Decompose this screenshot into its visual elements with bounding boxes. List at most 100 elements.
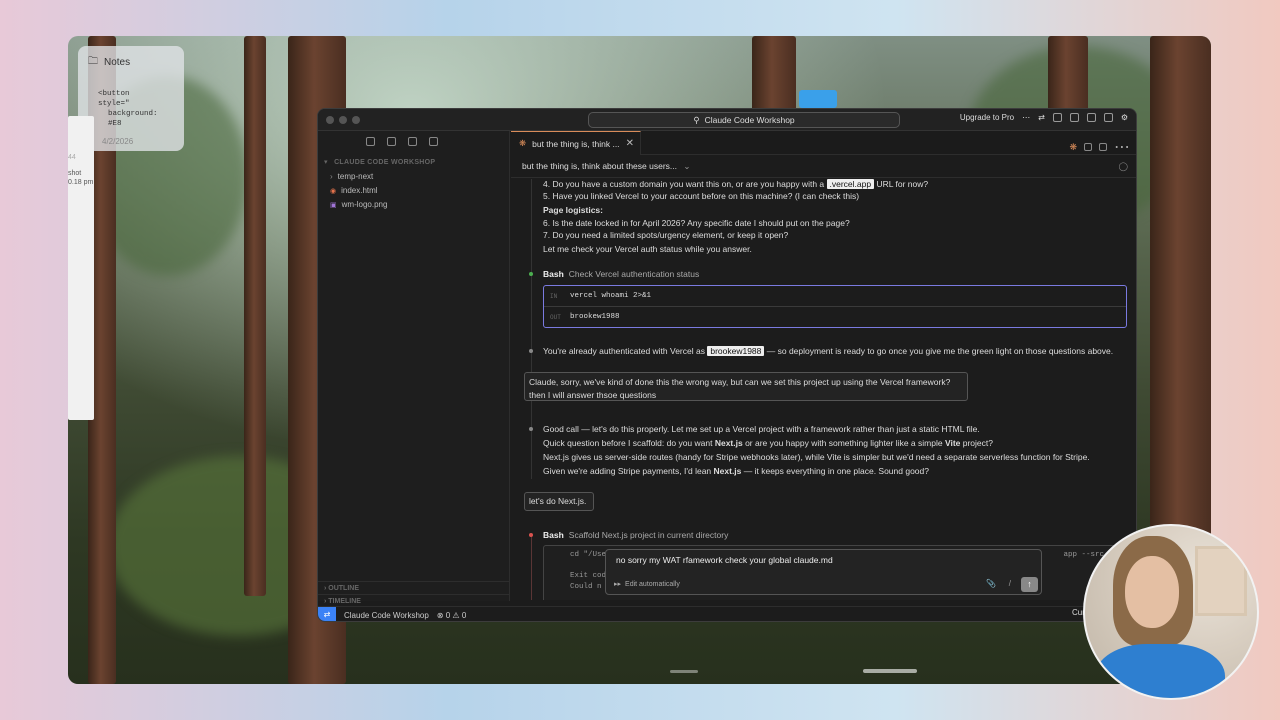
customize-layout-icon[interactable] — [1103, 113, 1113, 122]
error-icon: ⊗ — [436, 610, 444, 620]
extensions-icon[interactable] — [429, 137, 438, 146]
user-message[interactable]: let's do Next.js. — [524, 492, 594, 511]
vscode-window: ⚲ Claude Code Workshop Upgrade to Pro ⋯ … — [317, 108, 1137, 622]
workspace-name[interactable]: Claude Code Workshop — [344, 611, 429, 620]
tab-claude-conversation[interactable]: ❋ but the thing is, think ... ✕ — [511, 131, 641, 155]
edit-mode-icon: ▸▸ — [614, 581, 622, 588]
bash-tool-description: Scaffold Next.js project in current dire… — [568, 530, 729, 540]
outline-label: OUTLINE — [328, 585, 360, 592]
outline-section[interactable]: › OUTLINE — [318, 581, 510, 594]
image-file-icon: ▣ — [330, 201, 337, 209]
gear-icon[interactable]: ⚙ — [1121, 113, 1128, 122]
copy-icon[interactable] — [366, 137, 375, 146]
ghost-text: 44 — [68, 154, 76, 161]
command-center[interactable]: ⚲ Claude Code Workshop — [588, 112, 900, 128]
bash-tool-name: Bash — [543, 269, 564, 279]
explorer-title: ▾ CLAUDE CODE WORKSHOP — [324, 158, 435, 166]
assistant-heading: Page logistics: — [543, 205, 603, 215]
background-window-edge[interactable]: 44 shot 0.18 pm — [68, 116, 94, 420]
minimize-window-button[interactable] — [339, 116, 347, 124]
explorer-title-label: CLAUDE CODE WORKSHOP — [334, 159, 436, 166]
bash-output-box[interactable]: IN vercel whoami 2>&1 OUT brookew1988 — [543, 285, 1127, 328]
new-chat-icon[interactable]: ◯ — [1118, 156, 1128, 176]
desktop-folder-icon[interactable] — [799, 90, 837, 108]
problems-indicator[interactable]: ⊗ 0 ⚠ 0 — [437, 611, 466, 620]
close-icon[interactable]: ✕ — [626, 138, 634, 149]
assistant-text-line: Next.js gives us server-side routes (han… — [543, 452, 1090, 462]
chevron-right-icon: › — [330, 172, 333, 181]
home-indicator — [670, 670, 698, 673]
status-bar: ⇄ Claude Code Workshop ⊗ 0 ⚠ 0 — [318, 606, 1136, 621]
notes-title: Notes — [104, 57, 131, 68]
attach-icon[interactable]: 📎 — [986, 579, 996, 588]
bash-tool-name: Bash — [543, 530, 564, 540]
warning-count: 0 — [461, 610, 467, 620]
bash-tool-header[interactable]: Bash Scaffold Next.js project in current … — [543, 530, 728, 540]
conversation-title: but the thing is, think about these user… — [522, 161, 677, 171]
command-center-label: Claude Code Workshop — [704, 115, 795, 125]
assistant-text-line: Let me check your Vercel auth status whi… — [543, 244, 752, 254]
code-pill: .vercel.app — [826, 179, 875, 189]
status-dot — [529, 349, 533, 353]
upgrade-button[interactable]: Upgrade to Pro — [960, 113, 1014, 122]
status-dot — [529, 272, 533, 276]
claude-icon: ❋ — [519, 138, 527, 148]
source-control-icon[interactable] — [408, 137, 417, 146]
tree-item-index-html[interactable]: ◉ index.html — [330, 186, 378, 195]
warning-icon: ⚠ — [452, 610, 460, 620]
ghost-text: shot — [68, 170, 82, 177]
more-icon[interactable]: ⋯ — [1022, 113, 1030, 122]
search-icon[interactable] — [387, 137, 396, 146]
zoom-window-button[interactable] — [352, 116, 360, 124]
bash-command: cd "/Use — [570, 551, 607, 559]
conversation-header[interactable]: but the thing is, think about these user… — [511, 156, 1136, 178]
lock-icon[interactable] — [1099, 143, 1107, 151]
title-bar: ⚲ Claude Code Workshop Upgrade to Pro ⋯ … — [318, 109, 1136, 131]
chat-input-box[interactable]: no sorry my WAT rfamework check your glo… — [605, 549, 1042, 595]
claude-icon[interactable]: ❋ — [1069, 142, 1077, 153]
sync-icon[interactable]: ⇄ — [1038, 113, 1045, 122]
close-window-button[interactable] — [326, 116, 334, 124]
tree-item-label: index.html — [341, 186, 378, 195]
error-count: 0 — [445, 610, 451, 620]
assistant-text-line: Given we're adding Stripe payments, I'd … — [543, 466, 929, 476]
assistant-text-line: Quick question before I scaffold: do you… — [543, 438, 993, 448]
tree-item-label: wm-logo.png — [341, 200, 388, 209]
remote-indicator[interactable]: ⇄ — [318, 607, 336, 621]
toggle-sidebar-icon[interactable] — [1052, 113, 1062, 122]
bash-tool-header[interactable]: Bash Check Vercel authentication status — [543, 269, 699, 279]
assistant-text-line: 6. Is the date locked in for April 2026?… — [543, 218, 850, 228]
slash-command-button[interactable]: / — [1009, 579, 1011, 588]
user-message[interactable]: Claude, sorry, we've kind of done this t… — [524, 372, 968, 401]
tree-item-temp-next[interactable]: › temp-next — [330, 172, 373, 181]
notes-snippet-line: <button — [98, 90, 130, 98]
html-file-icon: ◉ — [330, 187, 337, 195]
bash-output: brookew1988 — [570, 313, 620, 321]
split-editor-icon[interactable] — [1084, 143, 1092, 151]
more-icon[interactable]: ⋯ — [1114, 137, 1130, 157]
webcam-overlay — [1083, 524, 1259, 700]
assistant-text-line: 7. Do you need a limited spots/urgency e… — [543, 230, 789, 240]
edit-mode-label[interactable]: Edit automatically — [625, 581, 680, 588]
bash-output-row: OUT brookew1988 — [550, 313, 620, 321]
tree-item-wm-logo[interactable]: ▣ wm-logo.png — [330, 200, 387, 209]
chevron-down-icon[interactable]: ▾ — [324, 159, 328, 166]
status-dot — [529, 427, 533, 431]
notes-snippet-line: style=" — [98, 100, 130, 108]
assistant-text-line: 5. Have you linked Vercel to your accoun… — [543, 191, 860, 201]
bash-output: Could n — [570, 583, 602, 591]
notes-folder-icon: 🗀 — [88, 56, 98, 67]
chat-transcript: 4. Do you have a custom domain you want … — [511, 179, 1136, 600]
user-message-line: then I will answer thsoe questions — [529, 390, 657, 400]
send-button[interactable]: ↑ — [1021, 577, 1038, 592]
user-message-line: Claude, sorry, we've kind of done this t… — [529, 377, 951, 387]
bash-input-row: IN vercel whoami 2>&1 — [544, 286, 1126, 307]
explorer-sidebar: ▾ CLAUDE CODE WORKSHOP › temp-next ◉ ind… — [318, 131, 510, 605]
toggle-panel-icon[interactable] — [1069, 113, 1079, 122]
toggle-secondary-sidebar-icon[interactable] — [1086, 113, 1096, 122]
editor-tab-bar: ❋ but the thing is, think ... ✕ ❋ ⋯ — [511, 131, 1136, 157]
assistant-text-line: Good call — let's do this properly. Let … — [543, 424, 980, 434]
chat-input[interactable]: no sorry my WAT rfamework check your glo… — [616, 555, 833, 565]
chevron-down-icon: ⌄ — [683, 161, 691, 171]
tab-label: but the thing is, think ... — [532, 138, 620, 149]
